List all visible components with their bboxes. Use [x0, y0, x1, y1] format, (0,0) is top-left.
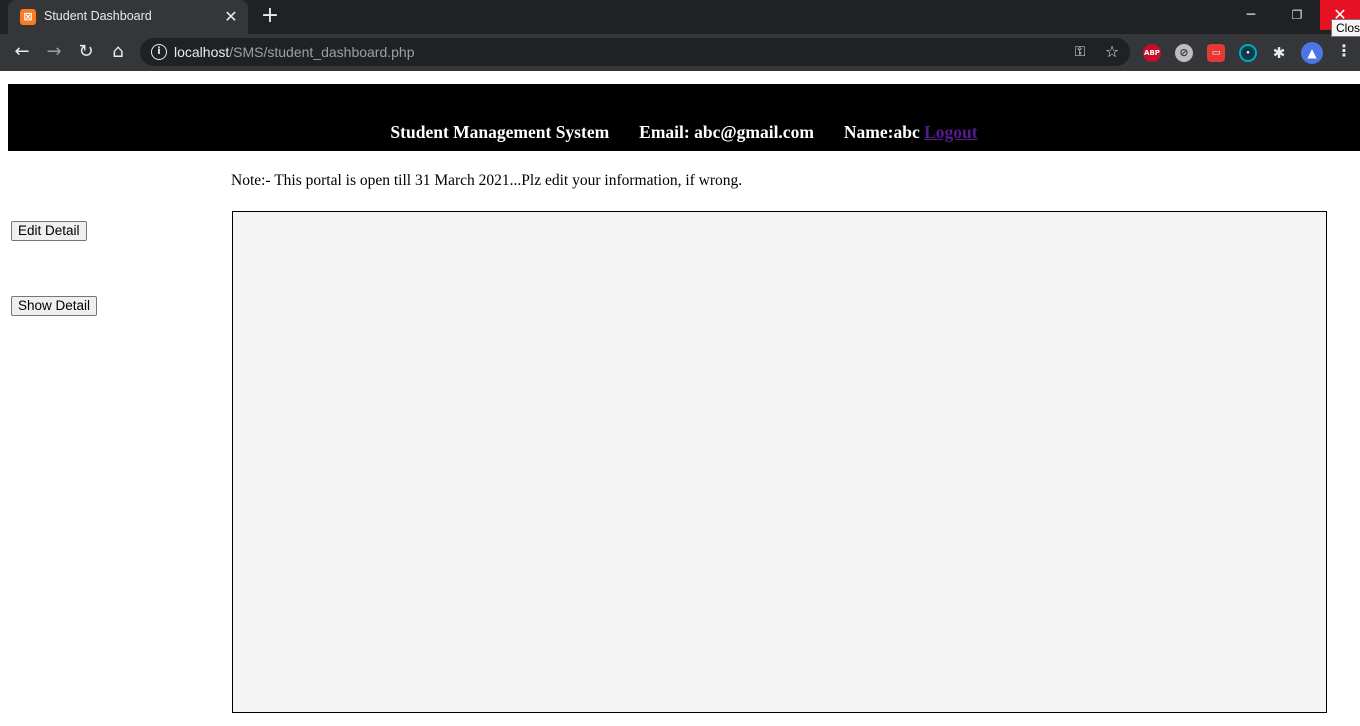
extensions-puzzle-icon[interactable]: ✱: [1270, 44, 1288, 62]
new-tab-icon[interactable]: +: [258, 5, 282, 29]
reload-icon[interactable]: ↻: [74, 40, 98, 64]
profile-avatar-icon[interactable]: ▲: [1301, 42, 1323, 64]
page-header: Student Management System Email: abc@gmai…: [8, 84, 1360, 151]
browser-tab[interactable]: ⊠ Student Dashboard ✕: [8, 0, 248, 34]
adblock-plus-icon[interactable]: ABP: [1143, 44, 1161, 62]
edit-detail-button[interactable]: Edit Detail: [11, 221, 87, 241]
back-icon[interactable]: ←: [10, 40, 34, 64]
xampp-icon: ⊠: [20, 9, 36, 25]
address-bar[interactable]: i localhost/SMS/student_dashboard.php ⚿ …: [140, 38, 1130, 66]
restore-icon[interactable]: ❐: [1274, 0, 1320, 30]
forward-icon[interactable]: →: [42, 40, 66, 64]
tab-close-icon[interactable]: ✕: [222, 8, 240, 26]
browser-toolbar: ← → ↻ ⌂ i localhost/SMS/student_dashboar…: [0, 34, 1360, 71]
header-text: Student Management System Email: abc@gmai…: [8, 122, 1360, 143]
tab-title: Student Dashboard: [44, 9, 152, 23]
url-path: /SMS/student_dashboard.php: [229, 44, 415, 60]
logout-link[interactable]: Logout: [924, 122, 977, 143]
content-iframe[interactable]: [232, 211, 1327, 713]
teal-extension-icon[interactable]: •: [1239, 44, 1257, 62]
show-detail-button[interactable]: Show Detail: [11, 296, 98, 316]
site-title: Student Management System: [390, 122, 610, 142]
key-icon[interactable]: ⚿: [1070, 42, 1090, 62]
user-email: Email: abc@gmail.com: [639, 122, 814, 142]
home-icon[interactable]: ⌂: [106, 40, 130, 64]
close-tooltip: Close: [1331, 19, 1360, 37]
block-extension-icon[interactable]: ⊘: [1175, 44, 1193, 62]
red-extension-icon[interactable]: ▭: [1207, 44, 1225, 62]
browser-menu-icon[interactable]: ⋮: [1334, 42, 1354, 64]
url-host: localhost: [174, 44, 230, 60]
browser-tab-strip: ⊠ Student Dashboard ✕ + ─ ❐ ✕: [0, 0, 1360, 34]
url-text[interactable]: localhost/SMS/student_dashboard.php: [174, 44, 415, 60]
portal-note: Note:- This portal is open till 31 March…: [231, 172, 743, 189]
user-name: Name:abc: [843, 122, 920, 142]
bookmark-star-icon[interactable]: ☆: [1102, 42, 1122, 62]
minimize-icon[interactable]: ─: [1228, 0, 1274, 30]
site-info-icon[interactable]: i: [151, 44, 167, 60]
